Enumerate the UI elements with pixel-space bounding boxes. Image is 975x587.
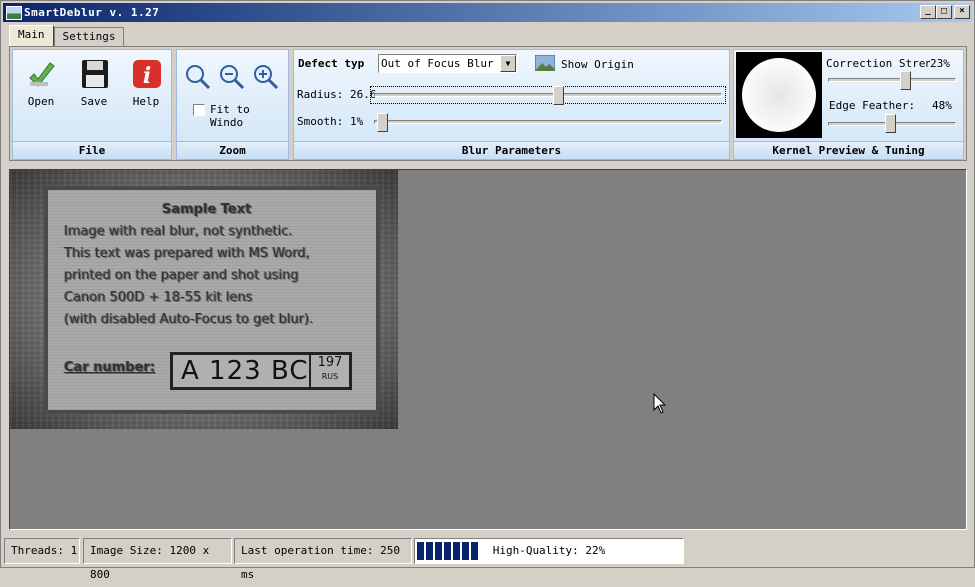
correction-strength-label: Correction Streng: [826, 57, 930, 70]
file-group-label: File: [13, 141, 171, 159]
blur-group-label: Blur Parameters: [294, 141, 729, 159]
folder-check-icon: [29, 62, 55, 87]
tab-strip: Main Settings: [9, 25, 125, 46]
last-operation-status: Last operation time: 250 ms: [234, 538, 412, 581]
preview-text-line: (with disabled Auto-Focus to get blur).: [64, 312, 314, 327]
info-icon: i: [133, 60, 161, 89]
correction-slider-thumb[interactable]: [900, 71, 911, 90]
preview-text-line: Sample Text: [162, 202, 252, 217]
radius-label: Radius: 26.6: [297, 88, 377, 101]
image-size-status: Image Size: 1200 x 800: [83, 538, 232, 581]
threads-status: Threads: 1: [4, 538, 80, 564]
preview-text-line: Canon 500D + 18-55 kit lens: [64, 290, 253, 305]
defect-type-value: Out of Focus Blur: [381, 57, 494, 70]
close-button[interactable]: ×: [954, 5, 970, 19]
progress-bar: High-Quality: 22%: [414, 538, 684, 564]
status-bar: Threads: 1 Image Size: 1200 x 800 Last o…: [4, 538, 972, 581]
kernel-disk: [742, 58, 816, 132]
zoom-group-label: Zoom: [177, 141, 288, 159]
zoom-group: Fit to Windo Zoom: [176, 49, 289, 160]
kernel-preview: [736, 52, 822, 138]
plate-region: 197 RUS: [309, 355, 349, 387]
kernel-group-label: Kernel Preview & Tuning: [734, 141, 963, 159]
zoom-fit-icon[interactable]: [185, 64, 211, 90]
fit-to-window-checkbox[interactable]: [193, 104, 205, 116]
app-window: SmartDeblur v. 1.27 _ □ × Main Settings …: [0, 0, 975, 581]
smooth-label: Smooth: 1%: [297, 115, 364, 128]
app-icon: [6, 5, 22, 20]
save-label: Save: [80, 95, 108, 108]
tab-main[interactable]: Main: [9, 25, 54, 46]
svg-text:i: i: [143, 63, 151, 89]
minimize-button[interactable]: _: [920, 5, 936, 19]
zoom-out-icon[interactable]: [219, 64, 245, 90]
fit-to-window-label: Fit to Windo: [210, 103, 250, 129]
license-plate: A 123 BC 197 RUS: [170, 352, 352, 390]
correction-slider-track[interactable]: [828, 78, 956, 82]
chevron-down-icon[interactable]: ▼: [500, 55, 516, 72]
preview-text-line: This text was prepared with MS Word,: [64, 246, 310, 261]
defect-type-select[interactable]: Out of Focus Blur ▼: [378, 54, 517, 73]
show-original-label[interactable]: Show Origin: [561, 58, 634, 71]
plate-country: RUS: [321, 372, 339, 381]
preview-text-line: printed on the paper and shot using: [64, 268, 299, 283]
plate-number: A 123 BC: [181, 356, 309, 386]
tab-settings[interactable]: Settings: [53, 27, 125, 46]
title-bar[interactable]: SmartDeblur v. 1.27 _ □ ×: [3, 3, 972, 22]
progress-text: High-Quality: 22%: [492, 544, 606, 557]
open-button[interactable]: Open: [16, 58, 66, 113]
maximize-button[interactable]: □: [936, 5, 952, 19]
radius-slider-thumb[interactable]: [553, 86, 565, 105]
image-canvas[interactable]: Sample Text Image with real blur, not sy…: [9, 169, 967, 530]
blurred-image: Sample Text Image with real blur, not sy…: [10, 170, 398, 429]
edge-feather-label: Edge Feather:: [829, 99, 916, 112]
correction-strength-value: 23%: [930, 57, 950, 70]
smooth-slider-track[interactable]: [374, 120, 722, 124]
edge-feather-slider-thumb[interactable]: [885, 114, 896, 133]
zoom-in-icon[interactable]: [253, 64, 279, 90]
smooth-slider-thumb[interactable]: [377, 113, 389, 132]
file-group: Open Save i Help File: [12, 49, 172, 160]
window-title: SmartDeblur v. 1.27: [24, 6, 160, 19]
defect-type-label: Defect typ: [298, 57, 365, 70]
mouse-cursor-icon: [653, 393, 667, 414]
radius-slider-track[interactable]: [374, 93, 722, 97]
ribbon: Open Save i Help File Fit to Windo Zoom …: [9, 46, 967, 161]
plate-region-code: 197: [317, 355, 343, 370]
preview-text-line: Image with real blur, not synthetic.: [64, 224, 293, 239]
open-label: Open: [27, 95, 55, 108]
edge-feather-value: 48%: [932, 99, 952, 112]
kernel-preview-group: Correction Streng 23% Edge Feather: 48% …: [733, 49, 964, 160]
floppy-disk-icon: [82, 60, 108, 88]
blur-parameters-group: Defect typ Out of Focus Blur ▼ Show Orig…: [293, 49, 730, 160]
help-button[interactable]: i Help: [121, 58, 171, 113]
save-button[interactable]: Save: [69, 58, 119, 113]
landscape-icon[interactable]: [535, 55, 555, 71]
help-label: Help: [132, 95, 160, 108]
car-number-label: Car number:: [64, 360, 156, 375]
